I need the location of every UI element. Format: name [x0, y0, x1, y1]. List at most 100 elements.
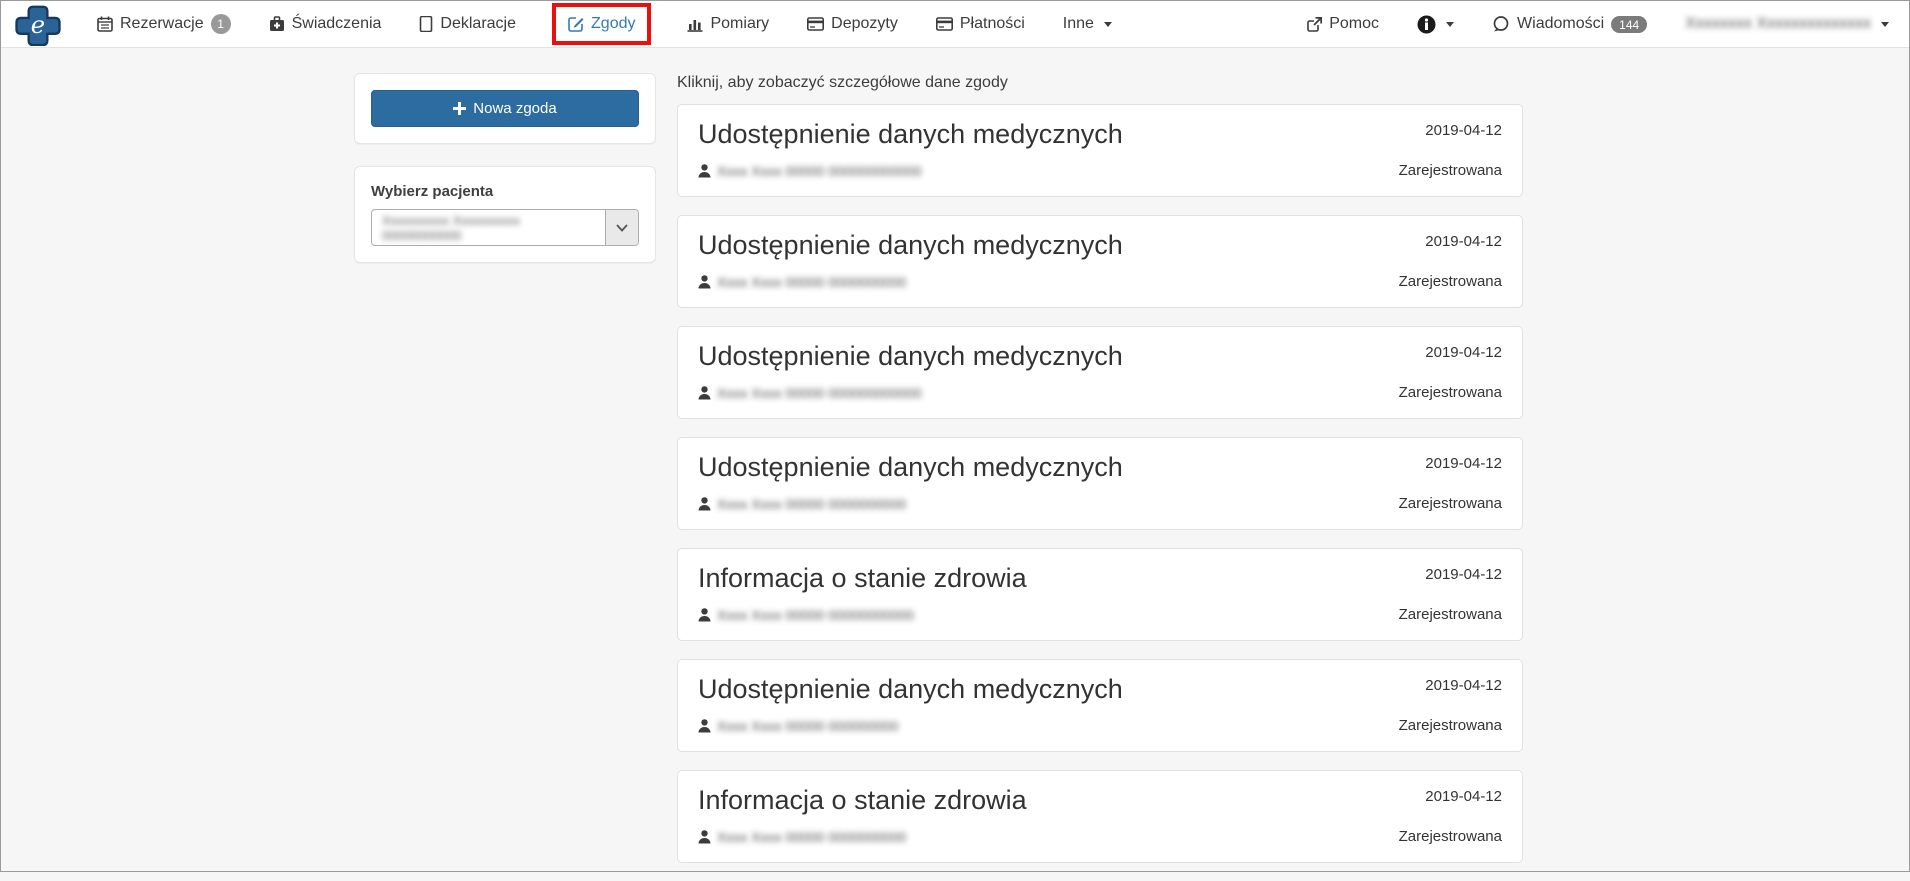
- nav-item-platnosci[interactable]: Płatności: [935, 15, 1025, 33]
- patient-name-redacted: Xxxx Xxxx 00000 000000000000: [717, 163, 922, 180]
- plus-icon: [453, 102, 467, 115]
- new-consent-button[interactable]: Nowa zgoda: [371, 90, 639, 127]
- medical-bag-icon: [269, 16, 284, 31]
- nav-label: Deklaracje: [440, 15, 517, 32]
- consent-card-right: 2019-04-12 Zarejestrowana: [1399, 340, 1502, 403]
- user-name-redacted: Xxxxxxxx Xxxxxxxxxxxxxx: [1685, 15, 1871, 32]
- consent-card[interactable]: Udostępnienie danych medycznych Xxxx Xxx…: [677, 326, 1523, 419]
- nav-item-deklaracje[interactable]: Deklaracje: [419, 15, 516, 33]
- main-navigation: Rezerwacje 1 Świadczenia Deklaracje Zgod…: [97, 3, 1150, 45]
- messages-link[interactable]: Wiadomości 144: [1492, 15, 1648, 33]
- user-icon: [698, 497, 711, 511]
- nav-label: Zgody: [591, 15, 636, 32]
- consent-card[interactable]: Udostępnienie danych medycznych Xxxx Xxx…: [677, 104, 1523, 197]
- patient-name-redacted: Xxxx Xxxx 00000 0000000000: [717, 274, 907, 291]
- bar-chart-icon: [687, 20, 703, 32]
- consent-card[interactable]: Udostępnienie danych medycznych Xxxx Xxx…: [677, 215, 1523, 308]
- consent-card-left: Informacja o stanie zdrowia Xxxx Xxxx 00…: [698, 784, 1027, 847]
- consent-title: Udostępnienie danych medycznych: [698, 230, 1123, 260]
- edit-pencil-icon: [568, 17, 584, 32]
- consent-card-right: 2019-04-12 Zarejestrowana: [1399, 562, 1502, 625]
- consent-status: Zarejestrowana: [1398, 273, 1502, 290]
- consent-card-right: 2019-04-12 Zarejestrowana: [1399, 451, 1502, 514]
- consent-title: Udostępnienie danych medycznych: [698, 119, 1123, 149]
- consent-title: Udostępnienie danych medycznych: [698, 674, 1123, 704]
- new-consent-panel: Nowa zgoda: [354, 73, 656, 144]
- list-hint: Kliknij, aby zobaczyć szczegółowe dane z…: [677, 74, 1008, 91]
- consent-card[interactable]: Informacja o stanie zdrowia Xxxx Xxxx 00…: [677, 770, 1523, 863]
- consent-card[interactable]: Udostępnienie danych medycznych Xxxx Xxx…: [677, 437, 1523, 530]
- caret-down-icon: [1103, 21, 1112, 27]
- user-icon: [698, 830, 711, 844]
- patient-name-redacted: Xxxx Xxxx 00000 00000000000: [717, 607, 914, 624]
- medical-cross-logo-icon: e: [15, 5, 61, 46]
- consent-card-left: Informacja o stanie zdrowia Xxxx Xxxx 00…: [698, 562, 1027, 625]
- nav-label: Inne: [1062, 15, 1094, 32]
- consent-title: Informacja o stanie zdrowia: [698, 785, 1027, 815]
- user-menu[interactable]: Xxxxxxxx Xxxxxxxxxxxxxx: [1685, 15, 1889, 33]
- consent-patient-row: Xxxx Xxxx 00000 000000000000: [698, 385, 1123, 401]
- consents-main: Kliknij, aby zobaczyć szczegółowe dane z…: [677, 73, 1523, 881]
- top-navbar: e Rezerwacje 1 Świadczenia Deklaracje Zg…: [1, 1, 1909, 48]
- consent-date: 2019-04-12: [1425, 122, 1502, 139]
- consent-status: Zarejestrowana: [1398, 495, 1502, 512]
- nav-item-zgody[interactable]: Zgody: [552, 3, 652, 45]
- consent-date: 2019-04-12: [1425, 677, 1502, 694]
- nav-item-swiadczenia[interactable]: Świadczenia: [269, 15, 381, 33]
- consent-date: 2019-04-12: [1425, 344, 1502, 361]
- document-icon: [420, 16, 433, 32]
- choose-patient-label: Wybierz pacjenta: [371, 183, 494, 200]
- consent-status: Zarejestrowana: [1398, 717, 1502, 734]
- app-logo[interactable]: e: [13, 3, 63, 46]
- patient-select[interactable]: Xxxxxxxxxx Xxxxxxxxxx 00000000000: [371, 209, 639, 246]
- consent-list: Udostępnienie danych medycznych Xxxx Xxx…: [677, 104, 1523, 863]
- patient-name-redacted: Xxxx Xxxx 00000 000000000000: [717, 385, 922, 402]
- svg-text:e: e: [31, 9, 45, 38]
- select-arrow-button[interactable]: [605, 210, 638, 245]
- consent-status: Zarejestrowana: [1398, 606, 1502, 623]
- nav-item-inne[interactable]: Inne: [1063, 15, 1112, 33]
- external-link-icon: [1307, 16, 1323, 32]
- consent-card[interactable]: Informacja o stanie zdrowia Xxxx Xxxx 00…: [677, 548, 1523, 641]
- consent-card-right: 2019-04-12 Zarejestrowana: [1399, 229, 1502, 292]
- consent-title: Udostępnienie danych medycznych: [698, 341, 1123, 371]
- consent-card-right: 2019-04-12 Zarejestrowana: [1399, 118, 1502, 181]
- nav-item-pomiary[interactable]: Pomiary: [687, 15, 769, 33]
- consent-card-right: 2019-04-12 Zarejestrowana: [1399, 784, 1502, 847]
- patient-select-value: Xxxxxxxxxx Xxxxxxxxxx 00000000000: [382, 212, 520, 243]
- consent-patient-row: Xxxx Xxxx 00000 00000000000: [698, 607, 1027, 623]
- patient-name-redacted: Xxxx Xxxx 00000 0000000000: [717, 496, 907, 513]
- nav-label: Pomiary: [710, 15, 770, 32]
- info-circle-icon: [1417, 15, 1436, 33]
- caret-down-icon: [1446, 21, 1455, 27]
- user-icon: [698, 719, 711, 733]
- reservations-count-badge: 1: [210, 14, 231, 34]
- help-label: Pomoc: [1329, 15, 1380, 32]
- nav-label: Płatności: [959, 15, 1025, 32]
- consent-date: 2019-04-12: [1425, 455, 1502, 472]
- consent-card-left: Udostępnienie danych medycznych Xxxx Xxx…: [698, 229, 1123, 292]
- user-icon: [698, 275, 711, 289]
- consent-card[interactable]: Udostępnienie danych medycznych Xxxx Xxx…: [677, 659, 1523, 752]
- patient-name-redacted: Xxxx Xxxx 00000 000000000: [717, 718, 899, 735]
- consent-date: 2019-04-12: [1425, 566, 1502, 583]
- navbar-right-group: Pomoc Wiadomości 144 Xxxxxxxx Xxxxxxxxxx…: [1307, 15, 1889, 34]
- credit-card-icon: [807, 17, 825, 31]
- nav-label: Rezerwacje: [120, 15, 204, 32]
- info-menu[interactable]: [1417, 15, 1455, 34]
- help-link[interactable]: Pomoc: [1307, 15, 1379, 33]
- messages-label: Wiadomości: [1517, 15, 1605, 32]
- nav-item-depozyty[interactable]: Depozyty: [807, 15, 898, 33]
- consent-card-right: 2019-04-12 Zarejestrowana: [1399, 673, 1502, 736]
- chevron-down-icon: [616, 223, 628, 232]
- consent-patient-row: Xxxx Xxxx 00000 0000000000: [698, 496, 1123, 512]
- user-icon: [698, 164, 711, 178]
- speech-bubble-icon: [1493, 16, 1509, 32]
- consent-status: Zarejestrowana: [1398, 828, 1502, 845]
- consent-card-left: Udostępnienie danych medycznych Xxxx Xxx…: [698, 451, 1123, 514]
- consent-patient-row: Xxxx Xxxx 00000 0000000000: [698, 829, 1027, 845]
- messages-count-badge: 144: [1611, 15, 1648, 33]
- consent-title: Udostępnienie danych medycznych: [698, 452, 1123, 482]
- consent-patient-row: Xxxx Xxxx 00000 0000000000: [698, 274, 1123, 290]
- nav-item-rezerwacje[interactable]: Rezerwacje 1: [97, 14, 231, 34]
